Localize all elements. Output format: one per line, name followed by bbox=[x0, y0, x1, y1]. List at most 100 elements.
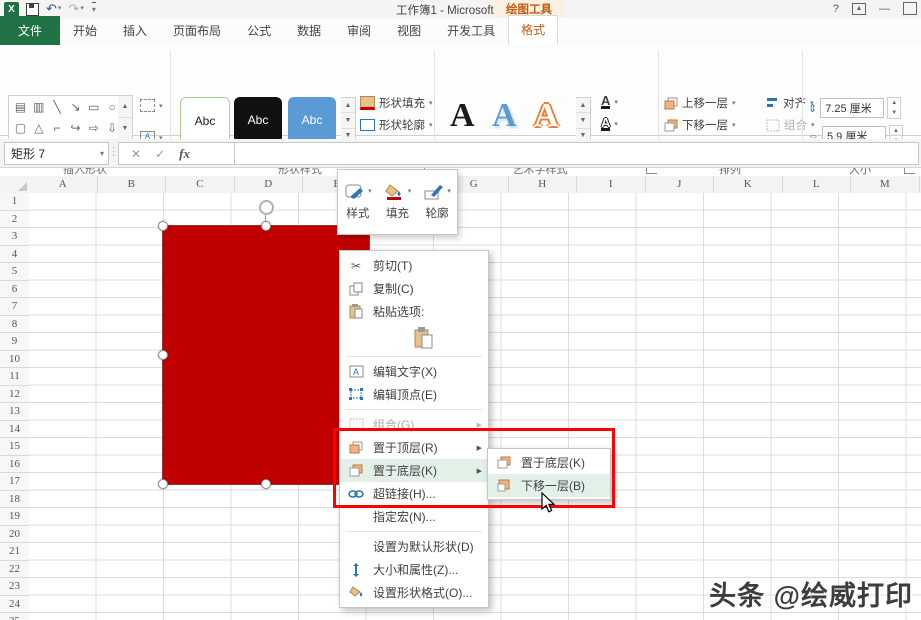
resize-handle-middle-left[interactable] bbox=[158, 350, 168, 360]
row-header-25[interactable]: 25 bbox=[0, 613, 29, 620]
resize-handle-bottom-left[interactable] bbox=[158, 479, 168, 489]
height-spinner[interactable]: ▲▼ bbox=[887, 97, 901, 119]
menu-item-edit-text[interactable]: A 编辑文字(X) bbox=[340, 360, 488, 383]
column-header-H[interactable]: H bbox=[509, 176, 578, 193]
resize-handle-bottom-middle[interactable] bbox=[261, 479, 271, 489]
shape-glyph-▢[interactable]: ▢ bbox=[12, 119, 29, 137]
row-header-24[interactable]: 24 bbox=[0, 596, 29, 614]
menu-item-set-default-shape[interactable]: 设置为默认形状(D) bbox=[340, 535, 488, 558]
tab-review[interactable]: 审阅 bbox=[334, 17, 384, 45]
tab-insert[interactable]: 插入 bbox=[110, 17, 160, 45]
shape-glyph-╲[interactable]: ╲ bbox=[49, 98, 66, 116]
row-header-8[interactable]: 8 bbox=[0, 316, 29, 334]
row-header-12[interactable]: 12 bbox=[0, 386, 29, 404]
menu-item-cut[interactable]: ✂ 剪切(T) bbox=[340, 254, 488, 277]
row-header-17[interactable]: 17 bbox=[0, 473, 29, 491]
text-outline-button[interactable]: A▾ bbox=[601, 117, 618, 131]
column-header-C[interactable]: C bbox=[166, 176, 235, 193]
shape-outline-button[interactable]: 形状轮廓▾ bbox=[360, 117, 433, 133]
text-fill-button[interactable]: A▾ bbox=[601, 95, 618, 109]
menu-item-copy[interactable]: 复制(C) bbox=[340, 277, 488, 300]
maximize-button[interactable] bbox=[903, 2, 917, 15]
row-header-3[interactable]: 3 bbox=[0, 228, 29, 246]
scroll-down-icon[interactable]: ▼ bbox=[118, 118, 132, 140]
column-header-D[interactable]: D bbox=[235, 176, 304, 193]
row-header-10[interactable]: 10 bbox=[0, 351, 29, 369]
paste-option-button[interactable] bbox=[340, 323, 488, 353]
shape-glyph-⌐[interactable]: ⌐ bbox=[49, 119, 66, 137]
row-header-4[interactable]: 4 bbox=[0, 246, 29, 264]
shape-glyph-▤[interactable]: ▤ bbox=[12, 98, 29, 116]
menu-item-assign-macro[interactable]: 指定宏(N)... bbox=[340, 505, 488, 528]
row-header-21[interactable]: 21 bbox=[0, 543, 29, 561]
submenu-item-send-backward[interactable]: 下移一层(B) bbox=[488, 474, 610, 497]
submenu-item-send-to-back[interactable]: 置于底层(K) bbox=[488, 451, 610, 474]
row-header-2[interactable]: 2 bbox=[0, 211, 29, 229]
tab-file[interactable]: 文件 bbox=[0, 16, 60, 45]
help-button[interactable]: ? bbox=[833, 3, 839, 15]
ribbon-display-options-button[interactable]: ▲ bbox=[852, 3, 866, 15]
tab-view[interactable]: 视图 bbox=[384, 17, 434, 45]
insert-function-button[interactable]: fx bbox=[179, 146, 190, 162]
wordart-scrollbar[interactable]: ▲ ▼ ▼ bbox=[576, 97, 591, 145]
row-header-7[interactable]: 7 bbox=[0, 298, 29, 316]
mini-fill-button[interactable]: ▾ 填充 bbox=[378, 170, 418, 234]
chevron-down-icon[interactable]: ▾ bbox=[100, 149, 104, 158]
mini-outline-button[interactable]: ▾ 轮廓 bbox=[417, 170, 457, 234]
scroll-up-icon[interactable]: ▲ bbox=[118, 96, 132, 118]
send-backward-button[interactable]: 下移一层▾ bbox=[664, 117, 736, 133]
formula-input[interactable] bbox=[234, 142, 919, 165]
tab-formulas[interactable]: 公式 bbox=[234, 17, 284, 45]
menu-item-send-to-back[interactable]: 置于底层(K) ▶ bbox=[340, 459, 488, 482]
resize-handle-top-left[interactable] bbox=[158, 221, 168, 231]
tab-data[interactable]: 数据 bbox=[284, 17, 334, 45]
row-header-15[interactable]: 15 bbox=[0, 438, 29, 456]
shape-fill-button[interactable]: 形状填充▾ bbox=[360, 95, 433, 111]
shape-style-scrollbar[interactable]: ▲ ▼ ▼ bbox=[341, 97, 356, 145]
wordart-style-3[interactable]: A bbox=[534, 97, 559, 135]
shape-glyph-▭[interactable]: ▭ bbox=[85, 98, 102, 116]
row-header-1[interactable]: 1 bbox=[0, 193, 29, 211]
wordart-style-2[interactable]: A bbox=[492, 97, 517, 135]
shape-glyph-△[interactable]: △ bbox=[30, 119, 47, 137]
row-header-5[interactable]: 5 bbox=[0, 263, 29, 281]
menu-item-edit-points[interactable]: 编辑顶点(E) bbox=[340, 383, 488, 406]
select-all-corner[interactable] bbox=[0, 176, 30, 194]
menu-item-bring-to-front[interactable]: 置于顶层(R) ▶ bbox=[340, 436, 488, 459]
row-header-6[interactable]: 6 bbox=[0, 281, 29, 299]
enter-button[interactable]: ✓ bbox=[155, 147, 165, 161]
column-header-I[interactable]: I bbox=[577, 176, 646, 193]
rotation-handle[interactable] bbox=[259, 200, 274, 215]
row-header-9[interactable]: 9 bbox=[0, 333, 29, 351]
name-box[interactable]: 矩形 7 ▾ bbox=[4, 142, 109, 165]
shape-style-thumb-3[interactable]: Abc bbox=[288, 97, 336, 143]
minimize-button[interactable]: — bbox=[879, 3, 890, 15]
row-header-16[interactable]: 16 bbox=[0, 456, 29, 474]
shape-style-thumb-1[interactable]: Abc bbox=[180, 97, 230, 145]
wordart-style-1[interactable]: A bbox=[450, 97, 475, 135]
edit-shape-button[interactable]: ▾ bbox=[140, 99, 163, 112]
scroll-up-icon[interactable]: ▲ bbox=[576, 98, 590, 113]
column-header-A[interactable]: A bbox=[29, 176, 98, 193]
scroll-down-icon[interactable]: ▼ bbox=[576, 113, 590, 128]
resize-handle-top-middle[interactable] bbox=[261, 221, 271, 231]
row-header-13[interactable]: 13 bbox=[0, 403, 29, 421]
shape-glyph-⇨[interactable]: ⇨ bbox=[85, 119, 102, 137]
scroll-down-icon[interactable]: ▼ bbox=[341, 113, 355, 128]
menu-item-hyperlink[interactable]: 超链接(H)... bbox=[340, 482, 488, 505]
tab-home[interactable]: 开始 bbox=[60, 17, 110, 45]
row-header-11[interactable]: 11 bbox=[0, 368, 29, 386]
shape-glyph-▥[interactable]: ▥ bbox=[30, 98, 47, 116]
column-header-L[interactable]: L bbox=[783, 176, 852, 193]
bring-forward-button[interactable]: 上移一层▾ bbox=[664, 95, 736, 111]
shape-style-thumb-2[interactable]: Abc bbox=[234, 97, 282, 143]
cancel-button[interactable]: ✕ bbox=[131, 147, 141, 161]
shape-height-input[interactable]: 7.25 厘米 bbox=[820, 98, 884, 118]
scroll-up-icon[interactable]: ▲ bbox=[341, 98, 355, 113]
shape-glyph-↘[interactable]: ↘ bbox=[67, 98, 84, 116]
row-header-23[interactable]: 23 bbox=[0, 578, 29, 596]
row-header-14[interactable]: 14 bbox=[0, 421, 29, 439]
column-header-J[interactable]: J bbox=[646, 176, 715, 193]
row-header-18[interactable]: 18 bbox=[0, 491, 29, 509]
tab-format[interactable]: 格式 bbox=[508, 15, 558, 45]
